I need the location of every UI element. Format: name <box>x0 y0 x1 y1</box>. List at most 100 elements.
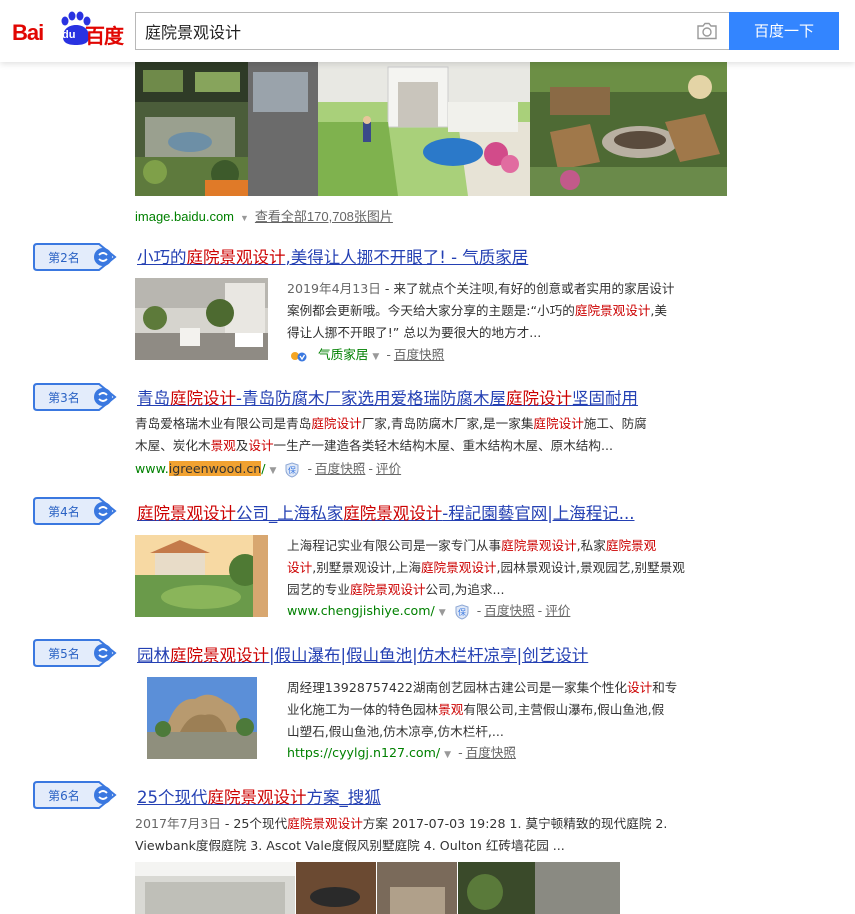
result-thumbnail[interactable] <box>135 278 268 360</box>
shield-badge-icon[interactable]: 保 <box>454 603 470 620</box>
result-url[interactable]: https://cyylgj.n127.com/ <box>287 745 440 760</box>
title-text: 园林 <box>137 646 170 665</box>
result-url-line: 气质家居 ▼ - 百度快照 <box>290 345 444 367</box>
abstract-text: ,美 <box>650 303 668 318</box>
garden-image-3[interactable] <box>530 62 727 196</box>
image-strip <box>135 62 727 196</box>
search-input[interactable] <box>145 13 685 49</box>
result-source-name[interactable]: 气质家居 <box>318 347 368 362</box>
title-text: 25个现代 <box>137 788 208 807</box>
title-text: -程記園藝官网|上海程记... <box>442 504 635 523</box>
result-images[interactable] <box>135 862 620 914</box>
abstract-text: 案例都会更新哦。今天给大家分享的主题是:“小巧的 <box>287 303 575 318</box>
abstract-highlight: 庭院景观 <box>605 538 657 553</box>
abstract-highlight: 景观 <box>210 438 236 453</box>
result-title-link[interactable]: 青岛庭院设计-青岛防腐木厂家选用爱格瑞防腐木屋庭院设计坚固耐用 <box>137 385 638 409</box>
baidu-logo[interactable]: Bai du 百度 <box>12 9 127 49</box>
abstract-text: 业化施工为一体的特色园林 <box>287 702 439 717</box>
cache-link[interactable]: 百度快照 <box>466 745 516 760</box>
url-text: www. <box>135 461 169 476</box>
title-text: |假山瀑布|假山鱼池|仿木栏杆凉亭|创艺设计 <box>269 646 589 665</box>
title-highlight: 庭院设计 <box>505 389 572 408</box>
abstract-highlight: 庭院景观设计 <box>287 816 363 831</box>
abstract-text: 公司,为追求... <box>425 582 505 597</box>
result-image-strip <box>135 862 620 914</box>
result-abstract: 青岛爱格瑞木业有限公司是青岛庭院设计厂家,青岛防腐木厂家,是一家集庭院设计施工、… <box>135 413 735 457</box>
search-button[interactable]: 百度一下 <box>729 12 839 50</box>
title-highlight: 庭院景观设计 <box>186 248 286 267</box>
abstract-highlight: 庭院景观设计 <box>420 560 497 575</box>
cache-link[interactable]: 百度快照 <box>484 603 534 618</box>
result-abstract: 周经理13928757422湖南创艺园林古建公司是一家集个性化设计和专 业化施工… <box>287 677 727 743</box>
verified-source-icon <box>291 351 307 361</box>
logo-text-bai: Bai <box>12 20 44 45</box>
rank-label: 第6名 <box>48 789 80 803</box>
abstract-text: Viewbank度假庭院 3. Ascot Vale度假风别墅庭院 4. Oul… <box>135 838 565 853</box>
title-highlight: 庭院设计 <box>170 389 236 408</box>
abstract-highlight: 庭院景观设计 <box>501 538 577 553</box>
separator: - <box>386 347 391 362</box>
cache-link[interactable]: 百度快照 <box>315 461 365 476</box>
result-url-line: www.chengjishiye.com/▼ 保 - 百度快照 - 评价 <box>287 601 570 623</box>
rank-label: 第3名 <box>48 391 80 405</box>
separator: - <box>537 603 543 618</box>
dropdown-arrow-icon[interactable]: ▼ <box>439 608 446 618</box>
dropdown-arrow-icon[interactable]: ▼ <box>372 352 379 362</box>
dropdown-arrow-icon[interactable]: ▼ <box>444 750 451 760</box>
abstract-text: 施工、防腐 <box>583 416 647 431</box>
abstract-highlight: 庭院设计 <box>533 416 584 431</box>
result-title-link[interactable]: 园林庭院景观设计|假山瀑布|假山鱼池|仿木栏杆凉亭|创艺设计 <box>137 642 588 666</box>
rank-label: 第5名 <box>48 647 80 661</box>
abstract-highlight: 景观 <box>438 702 464 717</box>
abstract-highlight: 设计 <box>627 680 653 695</box>
result-url-line: https://cyylgj.n127.com/ ▼ - 百度快照 <box>287 743 516 765</box>
review-link[interactable]: 评价 <box>545 603 570 618</box>
result-thumbnail[interactable] <box>135 535 268 617</box>
abstract-text: 木屋、炭化木 <box>135 438 211 453</box>
url-highlight: igreenwood.cn <box>168 461 262 476</box>
url-text: / <box>261 461 266 476</box>
separator: - <box>307 461 312 476</box>
result-title-link[interactable]: 25个现代庭院景观设计方案_搜狐 <box>137 784 381 808</box>
image-source-url[interactable]: image.baidu.com <box>135 209 234 224</box>
garden-image-2[interactable] <box>248 62 530 196</box>
title-text: -青岛防腐木厂家选用爱格瑞防腐木屋 <box>236 389 506 408</box>
abstract-highlight: 庭院景观设计 <box>574 303 651 318</box>
abstract-text: - 25个现代 <box>220 816 288 831</box>
abstract-text: - 来了就点个关注呗,有好的创意或者实用的家居设计 <box>380 281 675 296</box>
result-abstract: 上海程记实业有限公司是一家专门从事庭院景观设计,私家庭院景观 设计,别墅景观设计… <box>287 535 727 601</box>
dropdown-arrow-icon[interactable]: ▼ <box>240 213 249 223</box>
result-thumbnail[interactable] <box>135 677 268 759</box>
result-title-link[interactable]: 小巧的庭院景观设计,美得让人挪不开眼了! - 气质家居 <box>137 244 528 268</box>
title-text: ,美得让人挪不开眼了! - 气质家居 <box>285 248 529 267</box>
logo-text-du: du <box>62 29 76 41</box>
abstract-text: 园艺的专业 <box>287 582 350 597</box>
garden-image-1[interactable] <box>135 62 248 196</box>
result-date: 2019年4月13日 <box>287 281 381 296</box>
see-all-images-link[interactable]: 查看全部170,708张图片 <box>255 209 393 224</box>
abstract-highlight: 庭院景观设计 <box>349 582 426 597</box>
result-url[interactable]: www.igreenwood.cn/ <box>135 461 266 476</box>
result-title-link[interactable]: 庭院景观设计公司_上海私家庭院景观设计-程記園藝官网|上海程记... <box>137 500 635 524</box>
title-text: 方案_搜狐 <box>306 788 381 807</box>
abstract-highlight: 庭院设计 <box>311 416 362 431</box>
result-url[interactable]: www.chengjishiye.com/ <box>287 603 435 618</box>
review-link[interactable]: 评价 <box>376 461 401 476</box>
image-source-line: image.baidu.com ▼ 查看全部170,708张图片 <box>135 206 393 225</box>
abstract-text: ,别墅景观设计,上海 <box>312 560 421 575</box>
result-date: 2017年7月3日 <box>135 816 221 831</box>
title-highlight: 庭院景观设计 <box>207 788 307 807</box>
abstract-text: 及 <box>235 438 249 453</box>
title-highlight: 庭院景观设计 <box>170 646 269 665</box>
title-text: 公司_上海私家 <box>236 504 344 523</box>
title-highlight: 庭院景观设计 <box>137 504 236 523</box>
result-abstract: 2019年4月13日 - 来了就点个关注呗,有好的创意或者实用的家居设计 案例都… <box>287 278 727 344</box>
shield-badge-icon[interactable]: 保 <box>284 461 300 478</box>
cache-link[interactable]: 百度快照 <box>394 347 444 362</box>
title-text: 小巧的 <box>137 248 187 267</box>
camera-icon[interactable] <box>696 22 718 40</box>
dropdown-arrow-icon[interactable]: ▼ <box>270 466 277 476</box>
rank-label: 第4名 <box>48 505 80 519</box>
abstract-text: 周经理13928757422湖南创艺园林古建公司是一家集个性化 <box>287 680 628 695</box>
rank-label: 第2名 <box>48 251 80 265</box>
